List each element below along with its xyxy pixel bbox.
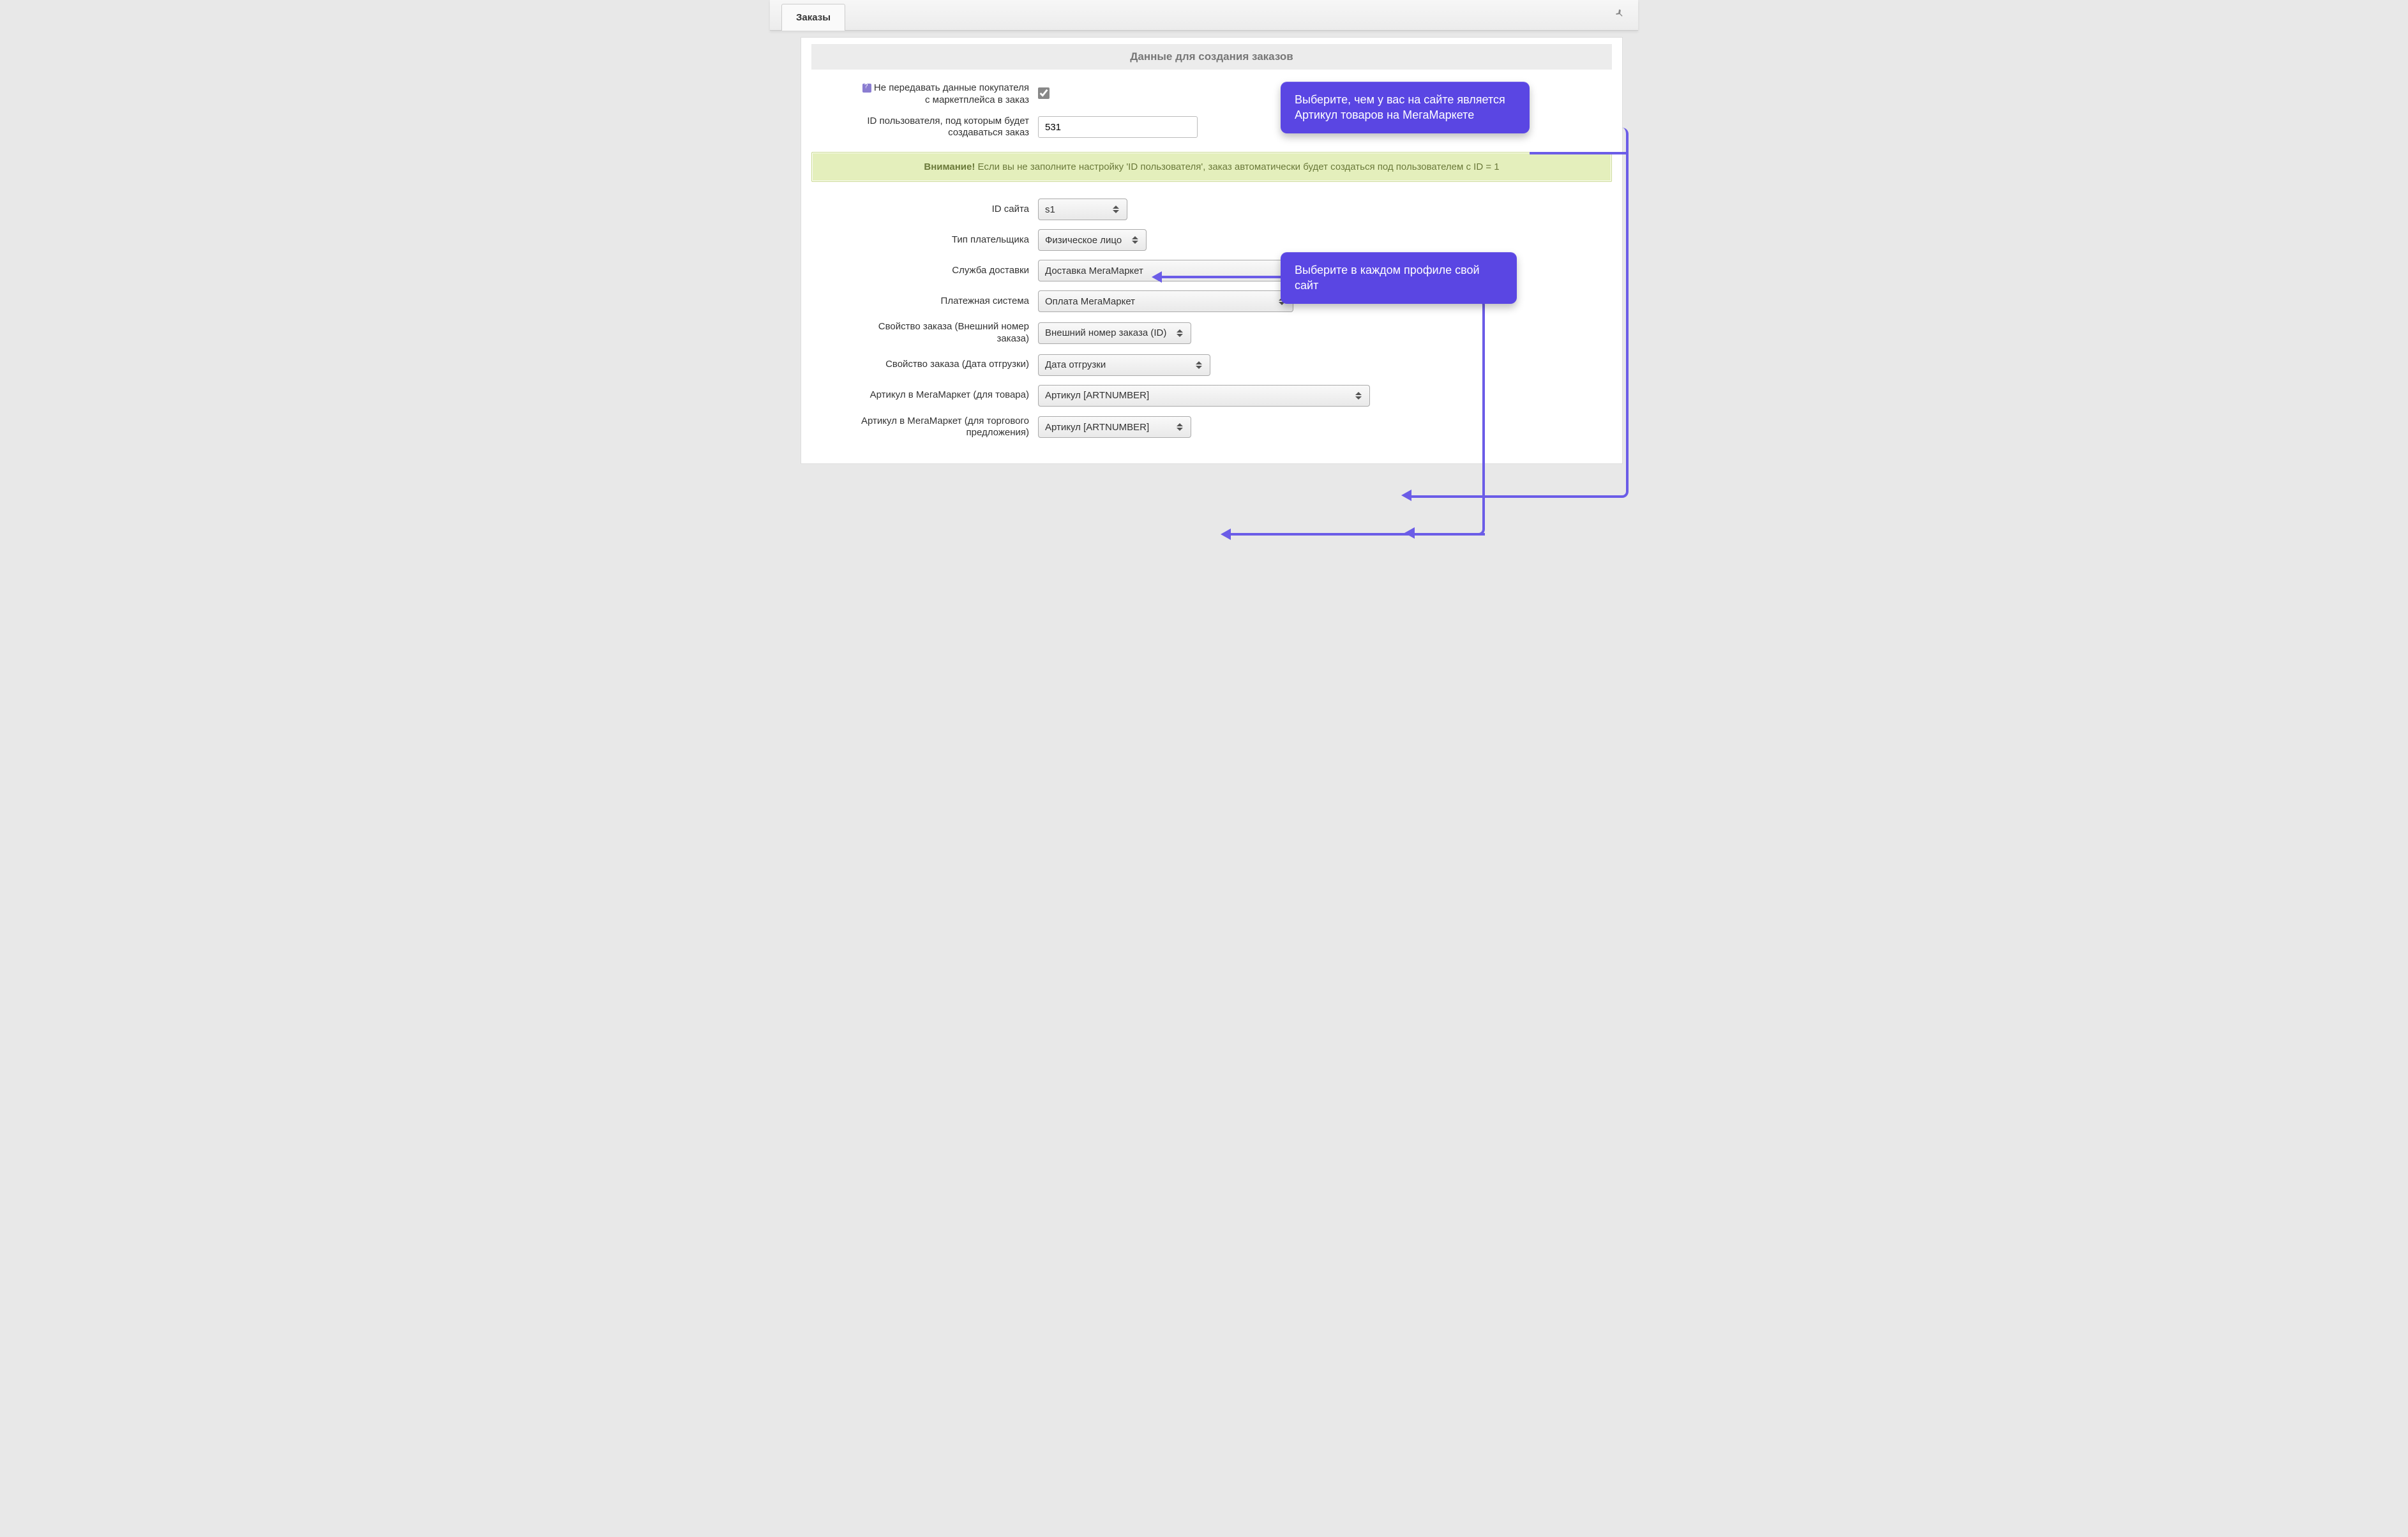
- section-title: Данные для создания заказов: [811, 44, 1612, 70]
- label-user-id: ID пользователя, под которым будет созда…: [811, 116, 1038, 140]
- callout-site: Выберите в каждом профиле свой сайт: [1281, 252, 1517, 304]
- select-order-prop-ship[interactable]: Дата отгрузки: [1038, 354, 1210, 376]
- arrow-to-site-select: [1161, 276, 1281, 278]
- checkbox-no-buyer-data[interactable]: [1038, 87, 1050, 99]
- select-value: s1: [1045, 204, 1055, 215]
- select-value: Артикул [ARTNUMBER]: [1045, 422, 1149, 433]
- label-site-id: ID сайта: [811, 204, 1038, 216]
- help-icon[interactable]: [862, 84, 871, 93]
- chevron-updown-icon: [1177, 327, 1185, 340]
- chevron-updown-icon: [1196, 359, 1205, 371]
- connector-outer-top: [1530, 152, 1629, 154]
- label-order-prop-ship: Свойство заказа (Дата отгрузки): [811, 359, 1038, 371]
- select-site-id[interactable]: s1: [1038, 199, 1127, 220]
- chevron-updown-icon: [1113, 203, 1122, 216]
- pin-icon[interactable]: [1613, 8, 1627, 22]
- select-value: Оплата МегаМаркет: [1045, 296, 1135, 307]
- label-order-prop-ext: Свойство заказа (Внешний номер заказа): [811, 321, 1038, 345]
- label-payment: Платежная система: [811, 296, 1038, 308]
- input-user-id[interactable]: [1038, 116, 1198, 138]
- tab-orders[interactable]: Заказы: [781, 4, 845, 31]
- select-value: Внешний номер заказа (ID): [1045, 327, 1166, 338]
- label-sku-offer: Артикул в МегаМаркет (для торгового пред…: [811, 416, 1038, 440]
- label-payer-type: Тип плательщика: [811, 234, 1038, 246]
- select-value: Физическое лицо: [1045, 235, 1122, 246]
- select-payment[interactable]: Оплата МегаМаркет: [1038, 290, 1293, 312]
- label-delivery: Служба доставки: [811, 265, 1038, 277]
- chevron-updown-icon: [1132, 234, 1141, 246]
- label-sku-product: Артикул в МегаМаркет (для товара): [811, 389, 1038, 401]
- select-value: Артикул [ARTNUMBER]: [1045, 390, 1149, 401]
- select-value: Дата отгрузки: [1045, 359, 1106, 370]
- alert-strong: Внимание!: [924, 161, 975, 172]
- select-sku-offer[interactable]: Артикул [ARTNUMBER]: [1038, 416, 1191, 438]
- label-no-buyer-data: Не передавать данные покупателя с маркет…: [811, 82, 1038, 107]
- select-payer-type[interactable]: Физическое лицо: [1038, 229, 1147, 251]
- chevron-updown-icon: [1355, 389, 1364, 402]
- tab-bar: Заказы: [770, 0, 1638, 31]
- select-sku-product[interactable]: Артикул [ARTNUMBER]: [1038, 385, 1370, 407]
- select-order-prop-ext[interactable]: Внешний номер заказа (ID): [1038, 322, 1191, 344]
- chevron-updown-icon: [1177, 421, 1185, 433]
- callout-sku: Выберите, чем у вас на сайте является Ар…: [1281, 82, 1530, 133]
- connector-inner: [1415, 299, 1485, 536]
- select-value: Доставка МегаМаркет: [1045, 266, 1143, 276]
- arrow-to-sku-offer: [1230, 533, 1485, 536]
- tab-label: Заказы: [796, 12, 831, 23]
